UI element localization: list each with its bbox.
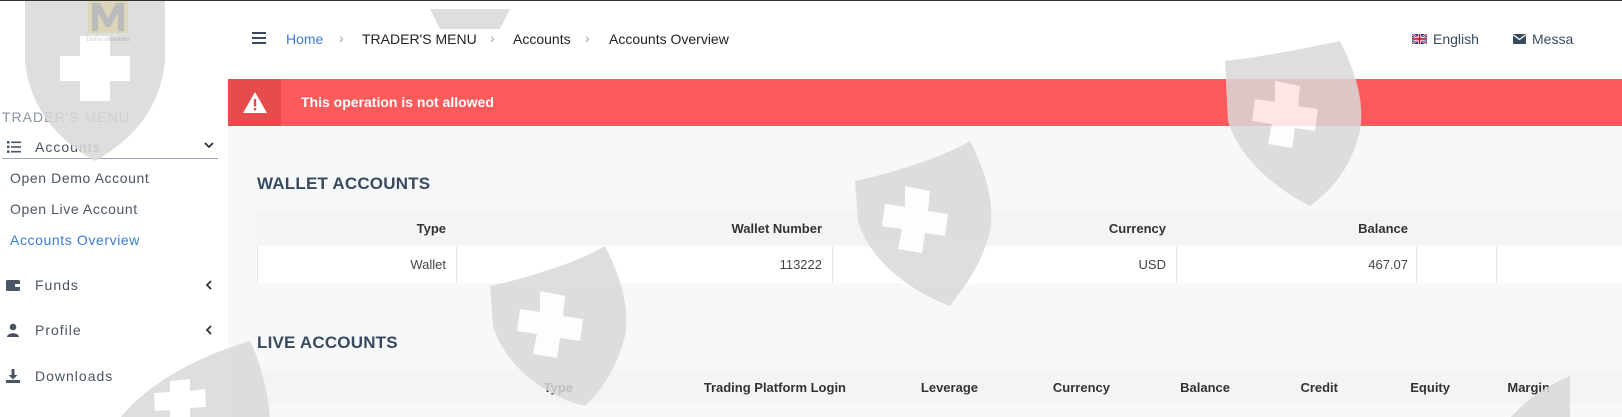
sidebar-group-label: Accounts (35, 138, 101, 155)
logo-mark-icon (88, 1, 128, 33)
column-header-currency[interactable]: Currency (1109, 221, 1166, 236)
sidebar-item-open-demo-account[interactable]: Open Demo Account (10, 170, 149, 186)
column-header-wallet-number[interactable]: Wallet Number (731, 221, 822, 236)
wallet-icon (6, 280, 20, 291)
sidebar-item-open-live-account[interactable]: Open Live Account (10, 201, 138, 217)
breadcrumb-accounts[interactable]: Accounts (513, 31, 571, 47)
cell-type: Wallet (410, 257, 446, 272)
column-header-type[interactable]: Type (417, 221, 446, 236)
uk-flag-icon (1412, 34, 1427, 44)
breadcrumb-accounts-overview: Accounts Overview (609, 31, 729, 47)
breadcrumb-traders-menu[interactable]: TRADER'S MENU (362, 31, 477, 47)
envelope-icon (1513, 34, 1526, 44)
breadcrumb-separator: › (490, 30, 495, 46)
cell-divider (912, 246, 913, 283)
cell-divider (456, 246, 457, 283)
sidebar-item-accounts-overview[interactable]: Accounts Overview (10, 232, 140, 248)
alert-message: This operation is not allowed (301, 94, 494, 110)
wallet-table-header: Type Wallet Number Currency Balance (257, 211, 1622, 245)
column-header-trading-platform-login[interactable]: Trading Platform Login (704, 380, 846, 395)
sidebar-group-accounts[interactable]: Accounts (2, 135, 218, 159)
top-bar: Home › TRADER'S MENU › Accounts › Accoun… (228, 1, 1622, 79)
logo-text: DollarsMarkets (86, 37, 130, 43)
download-icon (6, 369, 20, 383)
sidebar-item-label: Downloads (35, 368, 114, 384)
main-content: WALLET ACCOUNTS Type Wallet Number Curre… (228, 126, 1622, 417)
sidebar-item-label: Funds (35, 277, 79, 293)
cell-divider (1176, 246, 1177, 283)
live-accounts-title: LIVE ACCOUNTS (257, 333, 398, 352)
column-header-credit[interactable]: Credit (1300, 380, 1338, 395)
sidebar-item-funds[interactable]: Funds (0, 274, 218, 296)
cell-divider (1416, 246, 1417, 283)
column-header-type[interactable]: Type (544, 380, 573, 395)
sidebar-item-label: Profile (35, 322, 82, 338)
list-icon (7, 140, 21, 153)
cell-currency: USD (1138, 257, 1166, 272)
language-selector[interactable]: English (1412, 31, 1479, 47)
cell-wallet-number: 113222 (779, 257, 822, 272)
messages-label: Messa (1532, 31, 1574, 47)
cell-balance: 467.07 (1368, 257, 1408, 272)
alert-icon-box (228, 79, 281, 126)
cell-divider (1496, 246, 1497, 283)
live-table-header: Type Trading Platform Login Leverage Cur… (257, 370, 1622, 404)
user-icon (7, 323, 19, 337)
breadcrumb-separator: › (339, 30, 344, 46)
column-header-currency[interactable]: Currency (1053, 380, 1110, 395)
chevron-left-icon (205, 280, 212, 290)
sidebar: DollarsMarkets TRADER'S MENU Accounts Op… (0, 1, 228, 417)
hamburger-menu-icon[interactable] (252, 32, 266, 44)
warning-icon (242, 92, 267, 113)
breadcrumb-separator: › (585, 30, 590, 46)
column-header-margin[interactable]: Margin (1507, 380, 1550, 395)
error-alert: This operation is not allowed (228, 79, 1622, 126)
chevron-down-icon[interactable] (204, 140, 214, 150)
language-label: English (1433, 31, 1479, 47)
brand-logo[interactable]: DollarsMarkets (82, 1, 134, 45)
sidebar-item-profile[interactable]: Profile (0, 319, 218, 341)
chevron-left-icon (205, 325, 212, 335)
column-header-balance[interactable]: Balance (1358, 221, 1408, 236)
column-header-balance[interactable]: Balance (1180, 380, 1230, 395)
table-row[interactable]: Wallet 113222 USD 467.07 (257, 246, 1622, 283)
menu-title: TRADER'S MENU (2, 109, 130, 125)
column-header-leverage[interactable]: Leverage (921, 380, 978, 395)
wallet-accounts-title: WALLET ACCOUNTS (257, 174, 431, 193)
messages-link[interactable]: Messa (1513, 31, 1573, 47)
sidebar-item-downloads[interactable]: Downloads (0, 365, 218, 387)
breadcrumb-home[interactable]: Home (286, 31, 323, 47)
cell-divider (832, 246, 833, 283)
column-header-equity[interactable]: Equity (1410, 380, 1450, 395)
